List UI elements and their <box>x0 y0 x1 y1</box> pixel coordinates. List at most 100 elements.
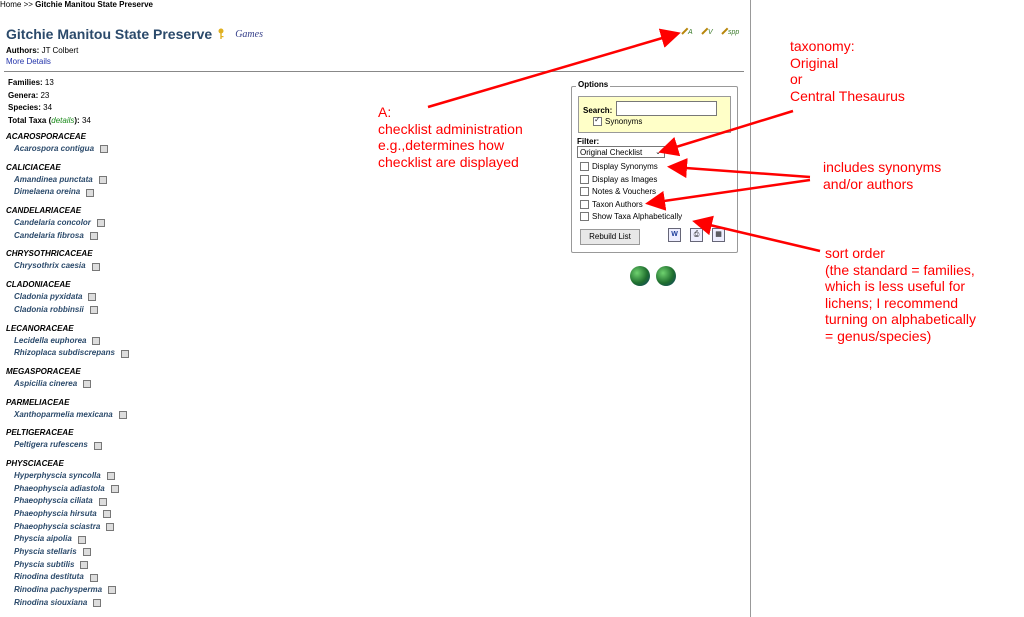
species-item[interactable]: Aspicilia cinerea <box>6 378 306 391</box>
species-name[interactable]: Acarospora contigua <box>14 143 94 156</box>
search-input[interactable] <box>616 101 717 116</box>
voucher-edit-icon[interactable] <box>106 472 115 481</box>
voucher-edit-icon[interactable] <box>93 599 102 608</box>
voucher-edit-icon[interactable] <box>118 410 127 419</box>
key-icon[interactable] <box>217 28 227 40</box>
species-item[interactable]: Physcia stellaris <box>6 546 306 559</box>
species-name[interactable]: Phaeophyscia hirsuta <box>14 508 97 521</box>
display-synonyms-checkbox[interactable] <box>580 162 589 171</box>
species-item[interactable]: Candelaria fibrosa <box>6 230 306 243</box>
species-item[interactable]: Physcia subtilis <box>6 559 306 572</box>
species-name[interactable]: Amandinea punctata <box>14 174 93 187</box>
voucher-edit-icon[interactable] <box>77 535 86 544</box>
species-item[interactable]: Rinodina pachysperma <box>6 584 306 597</box>
species-item[interactable]: Amandinea punctata <box>6 174 306 187</box>
species-name[interactable]: Lecidella euphorea <box>14 335 86 348</box>
species-name[interactable]: Xanthoparmelia mexicana <box>14 409 113 422</box>
alphabetical-option[interactable]: Show Taxa Alphabetically <box>580 212 682 221</box>
voucher-edit-icon[interactable] <box>88 293 97 302</box>
voucher-edit-icon[interactable] <box>92 336 101 345</box>
voucher-edit-icon[interactable] <box>89 573 98 582</box>
species-item[interactable]: Physcia aipolia <box>6 533 306 546</box>
voucher-edit-icon[interactable] <box>100 145 109 154</box>
species-item[interactable]: Rinodina destituta <box>6 571 306 584</box>
species-name[interactable]: Hyperphyscia syncolla <box>14 470 101 483</box>
notes-vouchers-checkbox[interactable] <box>580 187 589 196</box>
species-name[interactable]: Physcia stellaris <box>14 546 77 559</box>
species-name[interactable]: Candelaria fibrosa <box>14 230 84 243</box>
more-details-link[interactable]: More Details <box>6 57 51 66</box>
voucher-edit-icon[interactable] <box>110 484 119 493</box>
display-images-option[interactable]: Display as Images <box>580 175 657 184</box>
species-name[interactable]: Candelaria concolor <box>14 217 91 230</box>
taxon-authors-checkbox[interactable] <box>580 200 589 209</box>
print-icon[interactable]: ⎙ <box>690 228 703 242</box>
voucher-edit-icon[interactable] <box>98 176 107 185</box>
species-item[interactable]: Xanthoparmelia mexicana <box>6 409 306 422</box>
species-item[interactable]: Rinodina siouxiana <box>6 597 306 610</box>
edit-admin-icon[interactable]: A <box>681 25 696 37</box>
species-item[interactable]: Candelaria concolor <box>6 217 306 230</box>
species-name[interactable]: Rinodina siouxiana <box>14 597 87 610</box>
species-name[interactable]: Rhizoplaca subdiscrepans <box>14 347 115 360</box>
species-item[interactable]: Phaeophyscia sciastra <box>6 521 306 534</box>
voucher-edit-icon[interactable] <box>106 523 115 532</box>
word-export-icon[interactable]: W <box>668 228 681 242</box>
voucher-edit-icon[interactable] <box>89 306 98 315</box>
voucher-edit-icon[interactable] <box>82 548 91 557</box>
species-name[interactable]: Phaeophyscia ciliata <box>14 495 93 508</box>
edit-app-icon[interactable]: spp <box>721 25 739 37</box>
edit-voucher-icon[interactable]: V <box>701 25 716 37</box>
species-name[interactable]: Dimelaena oreina <box>14 186 80 199</box>
species-item[interactable]: Phaeophyscia adiastola <box>6 483 306 496</box>
rebuild-list-button[interactable]: Rebuild List <box>580 229 640 245</box>
species-name[interactable]: Peltigera rufescens <box>14 439 88 452</box>
species-name[interactable]: Physcia aipolia <box>14 533 72 546</box>
voucher-edit-icon[interactable] <box>80 561 89 570</box>
species-name[interactable]: Phaeophyscia sciastra <box>14 521 100 534</box>
filter-select[interactable]: Original Checklist ⌄ <box>577 146 665 158</box>
display-synonyms-option[interactable]: Display Synonyms <box>580 162 658 171</box>
notes-vouchers-option[interactable]: Notes & Vouchers <box>580 187 656 196</box>
games-link[interactable]: Games <box>235 29 263 40</box>
flashcard-icon[interactable]: ▦ <box>712 228 725 242</box>
species-item[interactable]: Phaeophyscia hirsuta <box>6 508 306 521</box>
species-item[interactable]: Phaeophyscia ciliata <box>6 495 306 508</box>
details-link[interactable]: details <box>51 116 74 125</box>
alphabetical-checkbox[interactable] <box>580 212 589 221</box>
taxon-authors-option[interactable]: Taxon Authors <box>580 200 643 209</box>
species-name[interactable]: Rinodina pachysperma <box>14 584 102 597</box>
voucher-edit-icon[interactable] <box>96 219 105 228</box>
species-name[interactable]: Cladonia robbinsii <box>14 304 84 317</box>
species-item[interactable]: Rhizoplaca subdiscrepans <box>6 347 306 360</box>
voucher-edit-icon[interactable] <box>86 188 95 197</box>
species-name[interactable]: Rinodina destituta <box>14 571 84 584</box>
species-item[interactable]: Hyperphyscia syncolla <box>6 470 306 483</box>
voucher-edit-icon[interactable] <box>108 586 117 595</box>
voucher-edit-icon[interactable] <box>93 441 102 450</box>
species-name[interactable]: Chrysothrix caesia <box>14 260 86 273</box>
breadcrumb-home[interactable]: Home <box>0 0 21 9</box>
species-name[interactable]: Phaeophyscia adiastola <box>14 483 105 496</box>
species-name[interactable]: Cladonia pyxidata <box>14 291 82 304</box>
synonyms-checkbox[interactable] <box>593 115 602 126</box>
species-item[interactable]: Cladonia robbinsii <box>6 304 306 317</box>
voucher-edit-icon[interactable] <box>89 232 98 241</box>
species-item[interactable]: Chrysothrix caesia <box>6 260 306 273</box>
voucher-edit-icon[interactable] <box>120 349 129 358</box>
voucher-edit-icon[interactable] <box>102 510 111 519</box>
globe-dynamic-map-icon[interactable] <box>656 266 676 286</box>
species-name[interactable]: Aspicilia cinerea <box>14 378 77 391</box>
voucher-edit-icon[interactable] <box>83 380 92 389</box>
globe-map-icon[interactable] <box>630 266 650 286</box>
species-name[interactable]: Physcia subtilis <box>14 559 74 572</box>
species-item[interactable]: Dimelaena oreina <box>6 186 306 199</box>
voucher-edit-icon[interactable] <box>91 262 100 271</box>
species-item[interactable]: Cladonia pyxidata <box>6 291 306 304</box>
species-item[interactable]: Peltigera rufescens <box>6 439 306 452</box>
species-item[interactable]: Lecidella euphorea <box>6 335 306 348</box>
synonyms-option[interactable]: Synonyms <box>593 115 642 126</box>
voucher-edit-icon[interactable] <box>98 497 107 506</box>
species-item[interactable]: Acarospora contigua <box>6 143 306 156</box>
display-images-checkbox[interactable] <box>580 175 589 184</box>
